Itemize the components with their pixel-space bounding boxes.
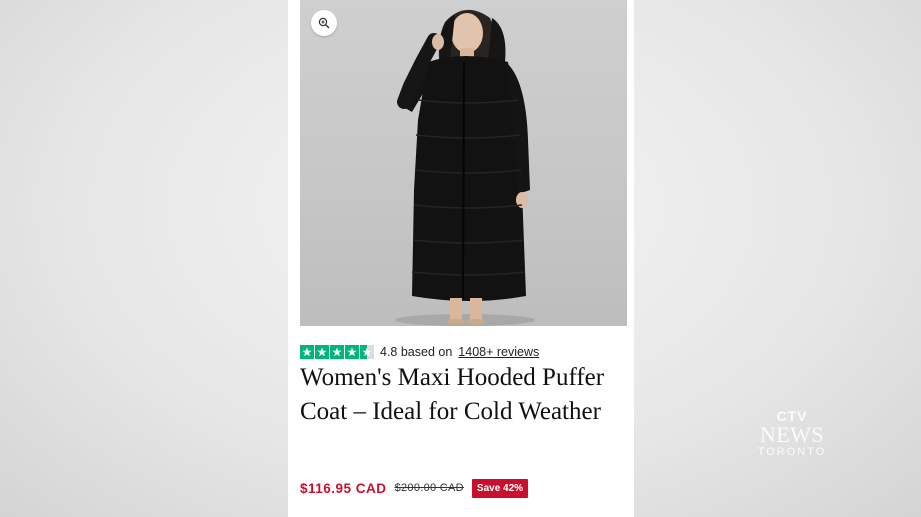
model-wearing-coat-image: [395, 9, 535, 326]
reviews-link[interactable]: 1408+ reviews: [458, 345, 539, 359]
star-icon: [315, 345, 329, 359]
product-title: Women's Maxi Hooded Puffer Coat – Ideal …: [300, 364, 605, 425]
rating-row: 4.8 based on 1408+ reviews: [300, 343, 539, 361]
product-card: 4.8 based on 1408+ reviews Women's Maxi …: [288, 0, 634, 517]
original-price: $200.00 CAD: [394, 482, 464, 494]
ctv-news-watermark: CTV NEWS TORONTO: [752, 408, 832, 458]
product-image[interactable]: [300, 0, 627, 326]
star-half-icon: [360, 345, 374, 359]
zoom-button[interactable]: [311, 10, 337, 36]
sale-price: $116.95 CAD: [300, 480, 387, 496]
rating-text: 4.8 based on: [380, 345, 453, 359]
star-icon: [345, 345, 359, 359]
star-icon: [300, 345, 314, 359]
discount-badge: Save 42%: [471, 478, 529, 498]
star-icon: [330, 345, 344, 359]
news-label: NEWS: [759, 422, 825, 447]
star-rating: [300, 345, 374, 359]
zoom-in-icon: [318, 17, 330, 29]
city-label: TORONTO: [757, 446, 827, 458]
price-row: $116.95 CAD $200.00 CAD Save 42%: [300, 477, 529, 499]
